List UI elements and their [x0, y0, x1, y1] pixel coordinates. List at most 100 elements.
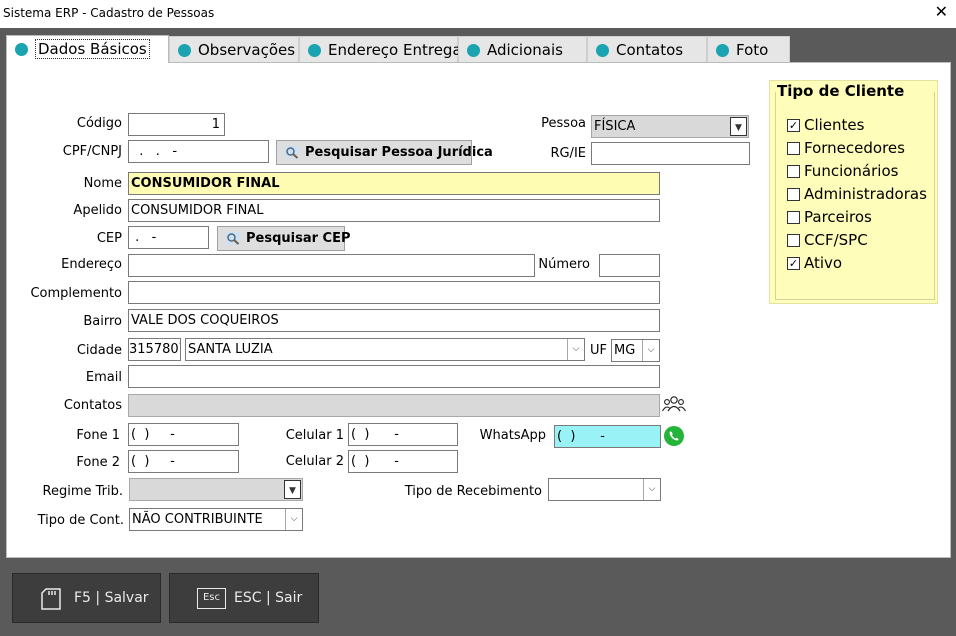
tipo-recebimento-label: Tipo de Recebimento [404, 484, 542, 499]
pesquisar-cep-label: Pesquisar CEP [246, 231, 351, 246]
checkbox-icon [787, 188, 800, 201]
nome-label: Nome [83, 176, 122, 191]
fone2-label: Fone 2 [76, 455, 120, 470]
checkbox-label: Fornecedores [804, 139, 905, 157]
cidade-label: Cidade [76, 343, 122, 358]
sd-card-icon [41, 588, 61, 610]
regime-trib-select[interactable]: ▼ [129, 478, 303, 501]
uf-label: UF [590, 343, 607, 358]
nome-input[interactable]: CONSUMIDOR FINAL [128, 172, 660, 195]
cidade-value: SANTA LUZIA [188, 342, 273, 357]
uf-select[interactable]: MG ⌵ [611, 339, 660, 362]
whatsapp-label: WhatsApp [479, 428, 546, 443]
tab-dot-icon [15, 43, 28, 56]
checkbox-parceiros[interactable]: Parceiros [787, 208, 872, 226]
cidade-code-input[interactable]: 3157807 [128, 338, 181, 361]
tipo-cont-select[interactable]: NÃO CONTRIBUINTE ⌵ [129, 508, 303, 531]
window-title: Sistema ERP - Cadastro de Pessoas [3, 6, 215, 20]
contatos-input [128, 394, 660, 417]
checkbox-fornecedores[interactable]: Fornecedores [787, 139, 905, 157]
endereco-label: Endereço [61, 257, 122, 272]
celular2-label: Celular 2 [285, 454, 344, 469]
exit-label: ESC | Sair [234, 590, 303, 606]
pessoa-value: FÍSICA [594, 119, 636, 134]
codigo-input[interactable]: 1 [128, 113, 225, 136]
title-bar: Sistema ERP - Cadastro de Pessoas ✕ [0, 0, 956, 28]
apelido-input[interactable]: CONSUMIDOR FINAL [128, 199, 660, 222]
tab-dot-icon [467, 44, 480, 57]
tab-label: Dados Básicos [35, 39, 150, 59]
checkbox-icon: ✓ [787, 257, 800, 270]
checkbox-funcionarios[interactable]: Funcionários [787, 162, 898, 180]
rg-ie-input[interactable] [591, 142, 750, 165]
checkbox-ccf-spc[interactable]: CCF/SPC [787, 231, 868, 249]
tab-dot-icon [178, 44, 191, 57]
tab-dot-icon [716, 44, 729, 57]
checkbox-icon [787, 142, 800, 155]
cpf-cnpj-input[interactable]: . . - [128, 140, 269, 163]
chevron-down-icon: ⌵ [643, 479, 660, 500]
save-label: F5 | Salvar [74, 590, 149, 606]
chevron-down-icon: ▼ [284, 480, 301, 499]
tab-dot-icon [596, 44, 609, 57]
whatsapp-icon[interactable] [663, 425, 685, 447]
tab-endereco-entrega[interactable]: Endereço Entrega [299, 36, 462, 63]
cidade-select[interactable]: SANTA LUZIA ⌵ [185, 338, 585, 361]
bairro-label: Bairro [83, 314, 122, 329]
tab-label: Endereço Entrega [328, 41, 462, 59]
checkbox-label: Administradoras [804, 185, 927, 203]
complemento-input[interactable] [128, 281, 660, 304]
uf-value: MG [614, 343, 636, 358]
tab-contatos[interactable]: Contatos [587, 36, 707, 63]
pesquisar-cep-button[interactable]: Pesquisar CEP [217, 226, 351, 251]
checkbox-label: Ativo [804, 254, 843, 272]
tab-bar: Dados Básicos Observações Endereço Entre… [6, 35, 790, 63]
fone2-input[interactable]: ( ) - [128, 450, 239, 473]
apelido-label: Apelido [73, 203, 122, 218]
codigo-label: Código [76, 116, 122, 131]
chevron-down-icon: ▼ [730, 117, 747, 136]
celular1-input[interactable]: ( ) - [348, 423, 458, 446]
tipo-cliente-title: Tipo de Cliente [777, 82, 905, 100]
checkbox-label: CCF/SPC [804, 231, 868, 249]
tab-label: Foto [736, 41, 769, 59]
tipo-cliente-group: Tipo de Cliente ✓ Clientes Fornecedores F… [769, 80, 938, 304]
numero-input[interactable] [599, 254, 660, 277]
chevron-down-icon: ⌵ [642, 340, 659, 361]
cep-input[interactable]: . - [128, 226, 209, 249]
search-icon [285, 146, 299, 159]
fone1-label: Fone 1 [76, 428, 120, 443]
checkbox-ativo[interactable]: ✓ Ativo [787, 254, 842, 272]
tab-foto[interactable]: Foto [707, 36, 790, 63]
checkbox-icon [787, 165, 800, 178]
endereco-input[interactable] [128, 254, 535, 277]
whatsapp-input[interactable]: ( ) - [554, 425, 661, 448]
complemento-label: Complemento [30, 286, 122, 301]
contacts-group-icon[interactable] [662, 395, 686, 413]
regime-trib-label: Regime Trib. [42, 484, 123, 499]
cep-label: CEP [96, 231, 122, 246]
tab-label: Contatos [616, 41, 684, 59]
checkbox-administradoras[interactable]: Administradoras [787, 185, 927, 203]
celular2-input[interactable]: ( ) - [348, 450, 458, 473]
bairro-input[interactable]: VALE DOS COQUEIROS [128, 309, 660, 332]
tab-dados-basicos[interactable]: Dados Básicos [6, 35, 169, 63]
chevron-down-icon: ⌵ [567, 339, 584, 360]
tab-adicionais[interactable]: Adicionais [458, 36, 587, 63]
tipo-recebimento-select[interactable]: ⌵ [548, 478, 661, 501]
save-button[interactable]: F5 | Salvar [12, 573, 161, 623]
email-input[interactable] [128, 365, 660, 388]
pessoa-select[interactable]: FÍSICA ▼ [591, 115, 749, 138]
checkbox-icon: ✓ [787, 119, 800, 132]
tab-dot-icon [308, 44, 321, 57]
fone1-input[interactable]: ( ) - [128, 423, 239, 446]
pesquisar-pj-label: Pesquisar Pessoa Jurídica [305, 145, 493, 160]
tab-observacoes[interactable]: Observações [169, 36, 299, 63]
close-icon[interactable]: ✕ [935, 4, 948, 20]
exit-button[interactable]: Esc ESC | Sair [169, 573, 319, 623]
esc-key-icon: Esc [197, 588, 226, 609]
checkbox-clientes[interactable]: ✓ Clientes [787, 116, 864, 134]
checkbox-icon [787, 234, 800, 247]
pesquisar-pessoa-juridica-button[interactable]: Pesquisar Pessoa Jurídica [276, 140, 493, 165]
email-label: Email [85, 370, 122, 385]
